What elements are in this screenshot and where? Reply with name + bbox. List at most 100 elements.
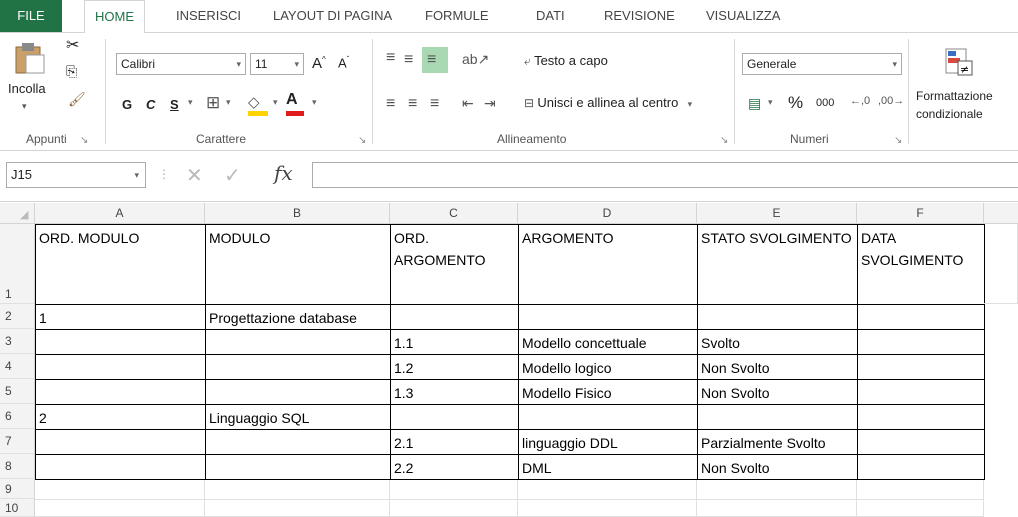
header-cell-argomento[interactable]: ARGOMENTO [518, 224, 698, 305]
paste-button[interactable]: Incolla ▾ [8, 41, 52, 121]
cell-f2[interactable] [857, 304, 985, 330]
header-cell-ord-argomento[interactable]: ORD. ARGOMENTO [390, 224, 519, 305]
align-bottom-button[interactable]: ≡ [422, 47, 448, 73]
column-header-c[interactable]: C [390, 203, 518, 224]
cell-b6[interactable]: Linguaggio SQL [205, 404, 391, 430]
cell-d6[interactable] [518, 404, 698, 430]
chevron-down-icon[interactable]: ▾ [273, 97, 278, 108]
format-painter-icon[interactable]: 🖌 [68, 91, 86, 108]
cell-d7[interactable]: linguaggio DDL [518, 429, 698, 455]
column-header-f[interactable]: F [857, 203, 984, 224]
accounting-format-icon[interactable]: ▤ [748, 95, 761, 112]
copy-icon[interactable]: ⎘ [66, 63, 77, 80]
cell[interactable] [390, 480, 518, 500]
align-left-icon[interactable]: ≡ [386, 95, 395, 113]
tab-dati[interactable]: DATI [536, 8, 565, 23]
row-header-9[interactable]: 9 [0, 479, 35, 499]
select-all-corner[interactable]: ◢ [0, 203, 35, 224]
cell[interactable] [697, 480, 857, 500]
cell-c2[interactable] [390, 304, 519, 330]
column-header-b[interactable]: B [205, 203, 390, 224]
formula-input[interactable] [312, 162, 1018, 188]
cell-d4[interactable]: Modello logico [518, 354, 698, 380]
row-header-8[interactable]: 8 [0, 454, 35, 479]
orientation-icon[interactable]: ab↗ [462, 51, 489, 68]
dialog-launcher-icon[interactable]: ↘ [894, 135, 902, 146]
header-cell-modulo[interactable]: MODULO [205, 224, 391, 305]
cell-d2[interactable] [518, 304, 698, 330]
tab-file[interactable]: FILE [0, 0, 62, 32]
cell-a7[interactable] [35, 429, 206, 455]
align-middle-icon[interactable]: ≡ [404, 51, 413, 69]
chevron-down-icon[interactable]: ▾ [188, 97, 193, 108]
font-size-select[interactable]: 11 ▾ [250, 53, 304, 75]
cell-f6[interactable] [857, 404, 985, 430]
bold-button[interactable]: G [122, 97, 132, 112]
cell-e6[interactable] [697, 404, 858, 430]
number-format-select[interactable]: Generale ▾ [742, 53, 902, 75]
cell-a6[interactable]: 2 [35, 404, 206, 430]
cell-c4[interactable]: 1.2 [390, 354, 519, 380]
merge-center-button[interactable]: ⊟ Unisci e allinea al centro ▾ [524, 95, 692, 117]
insert-function-icon[interactable]: fx [274, 161, 293, 185]
dialog-launcher-icon[interactable]: ↘ [80, 135, 88, 146]
cell[interactable] [35, 480, 205, 500]
tab-layout[interactable]: LAYOUT DI PAGINA [273, 8, 392, 23]
column-header-d[interactable]: D [518, 203, 697, 224]
cell-c3[interactable]: 1.1 [390, 329, 519, 355]
cell-e7[interactable]: Parzialmente Svolto [697, 429, 858, 455]
row-header-6[interactable]: 6 [0, 404, 35, 429]
align-right-icon[interactable]: ≡ [430, 95, 439, 113]
chevron-down-icon[interactable]: ▾ [226, 97, 231, 108]
cell-a3[interactable] [35, 329, 206, 355]
cell-b4[interactable] [205, 354, 391, 380]
column-header-e[interactable]: E [697, 203, 857, 224]
cell-e5[interactable]: Non Svolto [697, 379, 858, 405]
chevron-down-icon[interactable]: ▾ [768, 97, 773, 108]
enter-icon[interactable]: ✓ [224, 163, 241, 188]
decrease-decimal-icon[interactable]: ,00→ [878, 95, 904, 107]
chevron-down-icon[interactable]: ▾ [312, 97, 317, 108]
row-header-7[interactable]: 7 [0, 429, 35, 454]
row-header-4[interactable]: 4 [0, 354, 35, 379]
cell[interactable] [697, 500, 857, 517]
header-cell-stato[interactable]: STATO SVOLGIMENTO [697, 224, 858, 305]
cell-e3[interactable]: Svolto [697, 329, 858, 355]
cell-b2[interactable]: Progettazione database [205, 304, 391, 330]
cell-f8[interactable] [857, 454, 985, 480]
cell[interactable] [857, 500, 984, 517]
fill-color-button[interactable]: ◇ [248, 93, 270, 117]
cell[interactable] [35, 500, 205, 517]
cell[interactable] [984, 224, 1018, 304]
percent-button[interactable]: % [788, 93, 803, 113]
row-header-3[interactable]: 3 [0, 329, 35, 354]
font-color-button[interactable]: A [286, 91, 308, 117]
borders-icon[interactable]: ⊞ [206, 93, 220, 113]
row-header-10[interactable]: 10 [0, 499, 35, 517]
cell[interactable] [205, 500, 390, 517]
cancel-icon[interactable]: ✕ [186, 163, 203, 188]
thousands-button[interactable]: 000 [816, 97, 834, 109]
cell-c8[interactable]: 2.2 [390, 454, 519, 480]
cell-b3[interactable] [205, 329, 391, 355]
underline-button[interactable]: S [170, 97, 179, 112]
shrink-font-icon[interactable]: Aˇ [338, 55, 349, 70]
tab-formule[interactable]: FORMULE [425, 8, 489, 23]
cell-e8[interactable]: Non Svolto [697, 454, 858, 480]
increase-decimal-icon[interactable]: ←,0 [850, 95, 870, 107]
cell-c6[interactable] [390, 404, 519, 430]
cell-d8[interactable]: DML [518, 454, 698, 480]
conditional-formatting-button[interactable]: ≠ Formattazione condizionale [914, 47, 1018, 127]
cell-a4[interactable] [35, 354, 206, 380]
dialog-launcher-icon[interactable]: ↘ [358, 135, 366, 146]
align-center-icon[interactable]: ≡ [408, 95, 417, 113]
cell-f7[interactable] [857, 429, 985, 455]
cell-f4[interactable] [857, 354, 985, 380]
cell[interactable] [857, 480, 984, 500]
increase-indent-icon[interactable]: ⇥ [484, 95, 496, 112]
font-name-select[interactable]: Calibri ▾ [116, 53, 246, 75]
cell-e4[interactable]: Non Svolto [697, 354, 858, 380]
align-top-icon[interactable]: ≡ [386, 49, 395, 67]
italic-button[interactable]: C [146, 97, 155, 112]
cell-a8[interactable] [35, 454, 206, 480]
